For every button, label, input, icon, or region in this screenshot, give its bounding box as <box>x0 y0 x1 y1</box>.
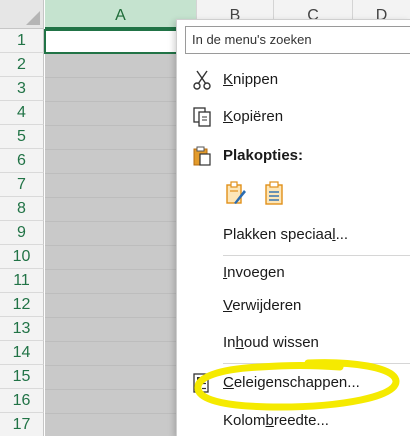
row-header[interactable]: 7 <box>0 173 44 197</box>
menu-item-delete-label: Verwijderen <box>223 297 302 314</box>
menu-item-insert[interactable]: Invoegen <box>177 258 410 288</box>
menu-item-column-width[interactable]: Kolombreedte... <box>177 406 410 436</box>
row-number: 1 <box>17 32 26 49</box>
select-all-corner[interactable] <box>0 0 44 29</box>
row-header[interactable]: 17 <box>0 413 44 436</box>
row-header[interactable]: 16 <box>0 389 44 413</box>
row-number: 13 <box>12 320 31 337</box>
row-header[interactable]: 13 <box>0 317 44 341</box>
row-number: 15 <box>12 368 31 385</box>
menu-item-copy-label: Kopiëren <box>223 108 284 125</box>
menu-item-format-cells[interactable]: Celeigenschappen... <box>177 368 410 398</box>
select-all-triangle-icon <box>26 11 40 25</box>
menu-item-paste-special-label: Plakken speciaal... <box>223 226 349 243</box>
row-number: 7 <box>17 176 26 193</box>
menu-separator <box>223 363 410 364</box>
menu-item-insert-label: Invoegen <box>223 264 285 281</box>
menu-item-delete[interactable]: Verwijderen <box>177 291 410 321</box>
copy-icon <box>193 107 211 127</box>
menu-item-copy[interactable]: Kopiëren <box>177 102 410 132</box>
menu-item-column-width-label: Kolombreedte... <box>223 412 329 429</box>
row-header[interactable]: 8 <box>0 197 44 221</box>
paste-values-icon[interactable] <box>263 181 285 205</box>
row-number: 9 <box>17 224 26 241</box>
row-number: 10 <box>12 248 31 265</box>
menu-item-clear-contents-label: Inhoud wissen <box>223 334 319 351</box>
row-number: 11 <box>13 272 30 289</box>
row-number: 2 <box>17 56 26 73</box>
row-number: 3 <box>17 80 26 97</box>
row-number: 5 <box>17 128 26 145</box>
row-number: 14 <box>12 344 31 361</box>
paste-formatting-icon[interactable] <box>225 181 247 205</box>
row-number: 6 <box>17 152 26 169</box>
context-menu: In de menu's zoeken Knippen Kopiëren Pla… <box>176 19 410 436</box>
row-header[interactable]: 6 <box>0 149 44 173</box>
menu-item-clear-contents[interactable]: Inhoud wissen <box>177 328 410 358</box>
row-header[interactable]: 10 <box>0 245 44 269</box>
row-number: 4 <box>17 104 26 121</box>
active-cell-a1[interactable] <box>44 29 199 56</box>
menu-paste-options-header: Plakopties: <box>177 141 410 171</box>
menu-item-paste-special[interactable]: Plakken speciaal... <box>177 220 410 250</box>
row-header[interactable]: 5 <box>0 125 44 149</box>
row-header[interactable]: 1 <box>0 29 44 53</box>
clipboard-icon <box>193 146 211 166</box>
menu-separator <box>223 255 410 256</box>
paste-options-label: Plakopties: <box>223 147 304 164</box>
scissors-icon <box>193 70 211 90</box>
row-header[interactable]: 11 <box>0 269 44 293</box>
menu-item-cut-label: Knippen <box>223 71 279 88</box>
format-cells-icon <box>193 373 209 393</box>
row-header[interactable]: 15 <box>0 365 44 389</box>
menu-item-format-cells-label: Celeigenschappen... <box>223 374 360 391</box>
column-header-a[interactable]: A <box>45 0 197 29</box>
row-number: 12 <box>12 296 31 313</box>
row-header[interactable]: 14 <box>0 341 44 365</box>
menu-item-cut[interactable]: Knippen <box>177 65 410 95</box>
row-header[interactable]: 12 <box>0 293 44 317</box>
row-number: 16 <box>12 392 31 409</box>
row-number: 8 <box>17 200 26 217</box>
menu-search-input[interactable]: In de menu's zoeken <box>185 26 410 54</box>
row-header[interactable]: 2 <box>0 53 44 77</box>
row-header[interactable]: 4 <box>0 101 44 125</box>
row-header[interactable]: 9 <box>0 221 44 245</box>
row-number: 17 <box>12 416 31 433</box>
row-header[interactable]: 3 <box>0 77 44 101</box>
